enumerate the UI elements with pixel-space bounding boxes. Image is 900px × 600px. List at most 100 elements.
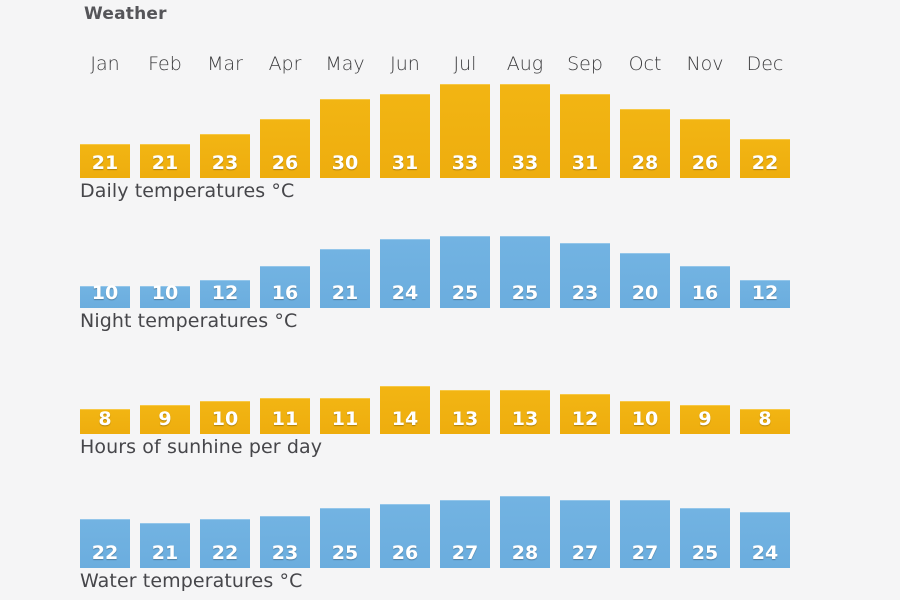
bar-cell: 28 xyxy=(620,84,670,178)
bar: 27 xyxy=(560,499,610,568)
bar: 22 xyxy=(740,139,790,178)
bar-cell: 11 xyxy=(260,386,310,434)
bar-value: 9 xyxy=(698,408,712,430)
bar: 31 xyxy=(380,94,430,178)
bar-value: 24 xyxy=(391,282,419,304)
month-label-oct: Oct xyxy=(628,53,662,75)
bar-value: 33 xyxy=(511,152,539,174)
bar-cell: 21 xyxy=(140,84,190,178)
month-label-jan: Jan xyxy=(90,53,120,75)
bar-value: 16 xyxy=(271,282,299,304)
bar: 12 xyxy=(560,393,610,434)
bar-value: 26 xyxy=(691,152,719,174)
bar: 10 xyxy=(200,401,250,434)
month-header-row: Jan Feb Mar Apr May Jun Jul Aug Sep Oct Nov Dec xyxy=(80,50,810,80)
section-label-daily-temperatures: Daily temperatures °C xyxy=(80,180,295,202)
bar: 23 xyxy=(260,515,310,568)
bar: 8 xyxy=(740,409,790,434)
bar-value: 22 xyxy=(91,542,119,564)
bar-cell: 10 xyxy=(200,386,250,434)
bar-value: 25 xyxy=(691,542,719,564)
bar: 11 xyxy=(260,397,310,434)
bar-cell: 22 xyxy=(80,496,130,568)
bar: 33 xyxy=(500,84,550,178)
bar-cell: 31 xyxy=(380,84,430,178)
bar: 21 xyxy=(140,144,190,178)
bar-cell: 23 xyxy=(200,84,250,178)
bar-value: 27 xyxy=(631,542,659,564)
bar: 13 xyxy=(500,389,550,434)
bar-cell: 9 xyxy=(680,386,730,434)
bar-value: 10 xyxy=(631,408,659,430)
bar-cell: 25 xyxy=(680,496,730,568)
bar: 16 xyxy=(260,266,310,308)
bar-cell: 14 xyxy=(380,386,430,434)
bar-cell: 31 xyxy=(560,84,610,178)
bar-cell: 30 xyxy=(320,84,370,178)
bar-cell: 10 xyxy=(140,236,190,308)
bar-cell: 33 xyxy=(500,84,550,178)
bar: 8 xyxy=(80,409,130,434)
bar-cell: 9 xyxy=(140,386,190,434)
section-label-water-temperatures: Water temperatures °C xyxy=(80,570,303,592)
bar: 21 xyxy=(140,523,190,568)
bar: 30 xyxy=(320,99,370,178)
month-label-aug: Aug xyxy=(506,53,544,75)
bar-value: 10 xyxy=(91,282,119,304)
bar-cell: 21 xyxy=(320,236,370,308)
month-label-mar: Mar xyxy=(207,53,243,75)
bar-value: 22 xyxy=(211,542,239,564)
month-label-apr: Apr xyxy=(268,53,302,75)
bar-value: 14 xyxy=(391,408,419,430)
section-daily-temperatures: 21 21 23 26 30 31 33 33 31 28 26 22 Daily temperatu… xyxy=(80,84,840,202)
bar-value: 21 xyxy=(151,542,179,564)
bar: 25 xyxy=(440,236,490,308)
bar: 26 xyxy=(380,503,430,568)
bar: 23 xyxy=(560,242,610,308)
bar: 20 xyxy=(620,252,670,308)
bar-cell: 33 xyxy=(440,84,490,178)
bar: 21 xyxy=(80,144,130,178)
bar: 26 xyxy=(680,119,730,178)
bar-value: 12 xyxy=(571,408,599,430)
bar: 33 xyxy=(440,84,490,178)
bar-value: 31 xyxy=(571,152,599,174)
bar-group-night-temperatures: 10 10 12 16 21 24 25 25 23 20 16 12 xyxy=(80,236,840,308)
section-hours-of-sunshine: 8 9 10 11 11 14 13 13 12 10 9 8 Hours of sunhine pe… xyxy=(80,386,840,458)
bar-value: 13 xyxy=(451,408,479,430)
bar-cell: 26 xyxy=(380,496,430,568)
bar: 9 xyxy=(140,405,190,434)
bar-value: 12 xyxy=(751,282,779,304)
month-label-dec: Dec xyxy=(746,53,784,75)
section-night-temperatures: 10 10 12 16 21 24 25 25 23 20 16 12 Night temperatu… xyxy=(80,236,840,332)
bar-value: 25 xyxy=(511,282,539,304)
bar-value: 25 xyxy=(451,282,479,304)
weather-widget: Weather Jan Feb Mar Apr May Jun Jul Aug Sep Oct No… xyxy=(0,0,900,600)
bar-cell: 11 xyxy=(320,386,370,434)
bar: 27 xyxy=(620,499,670,568)
bar: 25 xyxy=(680,507,730,568)
bar-value: 23 xyxy=(571,282,599,304)
month-label-feb: Feb xyxy=(148,53,182,75)
bar-cell: 12 xyxy=(200,236,250,308)
bar-value: 20 xyxy=(631,282,659,304)
bar: 10 xyxy=(140,283,190,308)
month-label-may: May xyxy=(325,53,365,75)
bar-value: 22 xyxy=(751,152,779,174)
bar-value: 23 xyxy=(211,152,239,174)
bar-cell: 23 xyxy=(560,236,610,308)
bar-cell: 28 xyxy=(500,496,550,568)
bar-cell: 25 xyxy=(500,236,550,308)
bar-value: 21 xyxy=(91,152,119,174)
bar: 28 xyxy=(620,109,670,178)
bar: 16 xyxy=(680,266,730,308)
bar-value: 16 xyxy=(691,282,719,304)
bar-cell: 12 xyxy=(740,236,790,308)
bar: 25 xyxy=(500,236,550,308)
bar: 10 xyxy=(620,401,670,434)
bar-cell: 26 xyxy=(680,84,730,178)
bar-value: 31 xyxy=(391,152,419,174)
bar-value: 21 xyxy=(331,282,359,304)
bar: 12 xyxy=(200,279,250,308)
bar: 9 xyxy=(680,405,730,434)
